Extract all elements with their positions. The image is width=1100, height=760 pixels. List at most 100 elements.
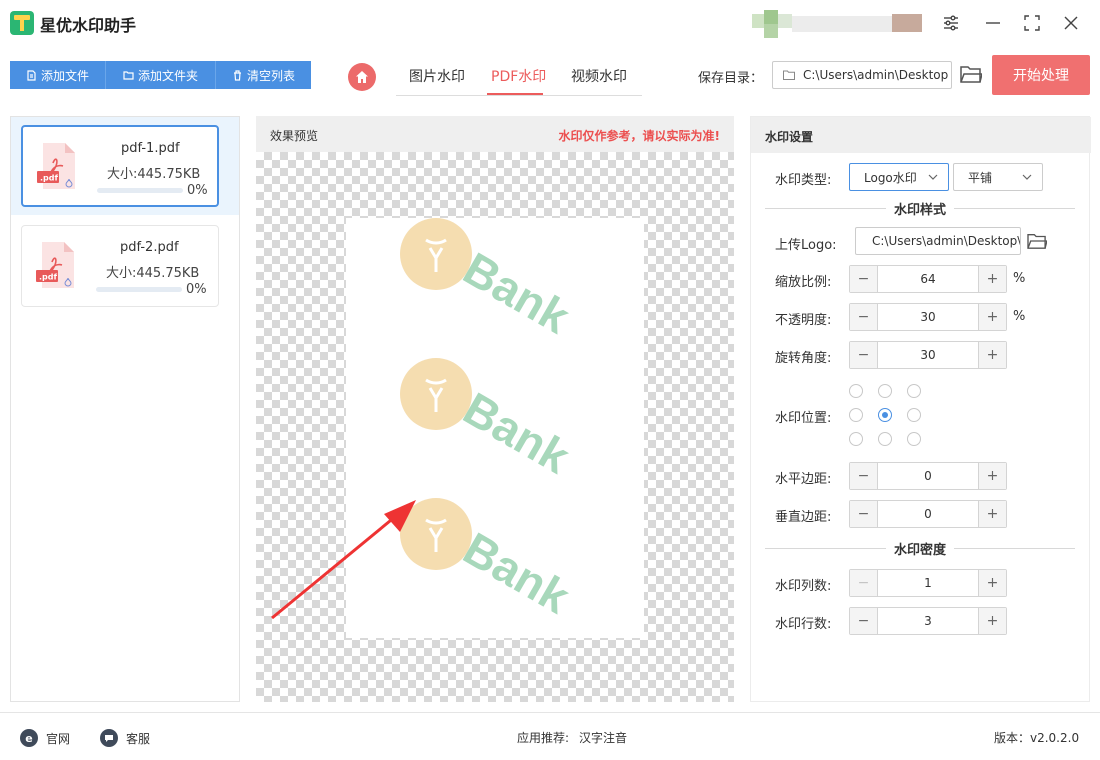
- chat-bubble-icon: [100, 729, 118, 747]
- active-tab-indicator: [487, 93, 543, 95]
- home-button[interactable]: [348, 63, 376, 91]
- add-file-button[interactable]: 添加文件: [10, 61, 106, 89]
- rows-value[interactable]: 3: [878, 614, 978, 628]
- save-dir-field[interactable]: C:\Users\admin\Desktop: [772, 61, 952, 89]
- opacity-minus-button[interactable]: −: [850, 304, 878, 330]
- chevron-down-icon: [928, 174, 938, 180]
- start-process-button[interactable]: 开始处理: [992, 55, 1090, 95]
- website-label: 官网: [46, 731, 71, 746]
- position-bottom-center-radio[interactable]: [878, 432, 892, 446]
- watermark-layout-value: 平铺: [968, 170, 993, 185]
- horizontal-margin-stepper[interactable]: − 0 +: [849, 462, 1007, 490]
- vmargin-minus-button[interactable]: −: [850, 501, 878, 527]
- file-progress-bar: [97, 188, 183, 193]
- rows-stepper[interactable]: − 3 +: [849, 607, 1007, 635]
- upload-logo-label: 上传Logo:: [775, 238, 837, 253]
- tab-image-watermark[interactable]: 图片水印: [409, 66, 465, 86]
- browse-logo-icon[interactable]: [1027, 232, 1047, 250]
- watermark-layout-select[interactable]: 平铺: [953, 163, 1043, 191]
- save-dir-path: C:\Users\admin\Desktop: [803, 68, 949, 82]
- position-top-center-radio[interactable]: [878, 384, 892, 398]
- minimize-icon[interactable]: [980, 10, 1006, 36]
- position-label: 水印位置:: [775, 411, 832, 426]
- position-top-left-radio[interactable]: [849, 384, 863, 398]
- settings-sliders-icon[interactable]: [938, 10, 964, 36]
- watermark-type-label: 水印类型:: [775, 173, 832, 188]
- watermark-text: Bank: [455, 382, 579, 478]
- preview-title: 效果预览: [270, 129, 319, 143]
- pdf-badge-text: .pdf: [40, 174, 58, 183]
- app-title: 星优水印助手: [40, 16, 137, 35]
- watermark-type-value: Logo水印: [864, 170, 917, 185]
- close-icon[interactable]: [1058, 10, 1084, 36]
- scale-unit: %: [1013, 271, 1026, 286]
- position-top-right-radio[interactable]: [907, 384, 921, 398]
- logo-watermark: Bank: [400, 358, 579, 478]
- rows-minus-button[interactable]: −: [850, 608, 878, 634]
- tab-video-watermark[interactable]: 视频水印: [571, 66, 627, 86]
- vmargin-plus-button[interactable]: +: [978, 501, 1006, 527]
- scale-plus-button[interactable]: +: [978, 266, 1006, 292]
- file-item[interactable]: .pdf pdf-2.pdf 大小:445.75KB 0%: [21, 225, 219, 307]
- website-link[interactable]: e 官网: [20, 729, 70, 747]
- preview-panel: 效果预览 水印仅作参考，请以实际为准! Bank Bank Bank: [256, 116, 734, 702]
- support-label: 客服: [126, 731, 151, 746]
- add-folder-label: 添加文件夹: [137, 68, 198, 83]
- file-icon: [27, 69, 36, 81]
- vertical-margin-stepper[interactable]: − 0 +: [849, 500, 1007, 528]
- file-progress-bar: [96, 287, 182, 292]
- columns-label: 水印列数:: [775, 579, 832, 594]
- hmargin-plus-button[interactable]: +: [978, 463, 1006, 489]
- columns-stepper[interactable]: − 1 +: [849, 569, 1007, 597]
- pdf-file-icon: .pdf: [36, 242, 74, 288]
- title-bar: 星优水印助手: [0, 0, 1100, 46]
- opacity-plus-button[interactable]: +: [978, 304, 1006, 330]
- opacity-stepper[interactable]: − 30 +: [849, 303, 1007, 331]
- file-name: pdf-2.pdf: [120, 240, 179, 255]
- scale-stepper[interactable]: − 64 +: [849, 265, 1007, 293]
- website-icon: e: [20, 729, 38, 747]
- vmargin-value[interactable]: 0: [878, 507, 978, 521]
- hmargin-value[interactable]: 0: [878, 469, 978, 483]
- recommend-label: 应用推荐:: [517, 731, 570, 745]
- position-bottom-left-radio[interactable]: [849, 432, 863, 446]
- hmargin-minus-button[interactable]: −: [850, 463, 878, 489]
- file-list-panel: .pdf pdf-1.pdf 大小:445.75KB 0% .pdf pdf-2…: [10, 116, 240, 702]
- logo-path-field[interactable]: C:\Users\admin\Desktop\: [855, 227, 1021, 255]
- columns-minus-button[interactable]: −: [850, 570, 878, 596]
- tab-bar: 图片水印 PDF水印 视频水印: [396, 58, 642, 96]
- watermark-type-select[interactable]: Logo水印: [849, 163, 949, 191]
- rows-plus-button[interactable]: +: [978, 608, 1006, 634]
- position-center-radio[interactable]: [878, 408, 892, 422]
- app-logo-icon: [10, 11, 34, 35]
- logo-path-value: C:\Users\admin\Desktop\: [872, 234, 1021, 248]
- vertical-margin-label: 垂直边距:: [775, 510, 832, 525]
- add-folder-button[interactable]: 添加文件夹: [106, 61, 216, 89]
- position-bottom-right-radio[interactable]: [907, 432, 921, 446]
- tab-pdf-watermark[interactable]: PDF水印: [491, 66, 546, 86]
- support-link[interactable]: 客服: [100, 729, 150, 747]
- clear-list-label: 清空列表: [246, 68, 295, 83]
- maximize-icon[interactable]: [1019, 10, 1045, 36]
- recommend-app-link[interactable]: 汉字注音: [579, 729, 627, 746]
- rotation-value[interactable]: 30: [878, 348, 978, 362]
- file-item[interactable]: .pdf pdf-1.pdf 大小:445.75KB 0%: [21, 125, 219, 207]
- columns-plus-button[interactable]: +: [978, 570, 1006, 596]
- preview-header: 效果预览 水印仅作参考，请以实际为准!: [256, 116, 734, 152]
- clear-list-button[interactable]: 清空列表: [216, 61, 311, 89]
- rotation-minus-button[interactable]: −: [850, 342, 878, 368]
- rotation-stepper[interactable]: − 30 +: [849, 341, 1007, 369]
- style-section-title: 水印样式: [765, 199, 1075, 219]
- user-avatar[interactable]: [752, 10, 924, 40]
- scale-value[interactable]: 64: [878, 272, 978, 286]
- scale-minus-button[interactable]: −: [850, 266, 878, 292]
- scale-label: 缩放比例:: [775, 275, 832, 290]
- watermark-text: Bank: [455, 522, 579, 618]
- rotation-plus-button[interactable]: +: [978, 342, 1006, 368]
- browse-folder-icon[interactable]: [960, 64, 982, 84]
- columns-value[interactable]: 1: [878, 576, 978, 590]
- opacity-value[interactable]: 30: [878, 310, 978, 324]
- settings-title: 水印设置: [765, 130, 814, 144]
- position-middle-left-radio[interactable]: [849, 408, 863, 422]
- position-middle-right-radio[interactable]: [907, 408, 921, 422]
